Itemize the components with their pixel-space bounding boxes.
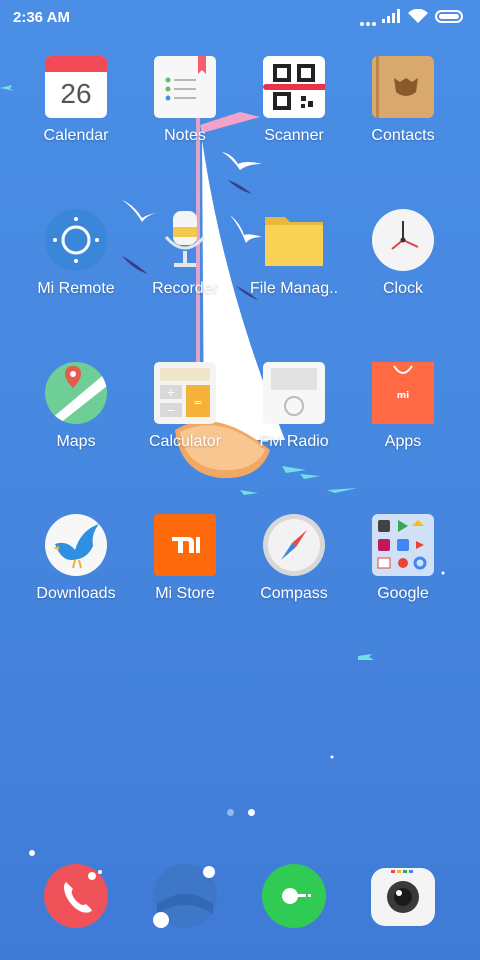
wifi-icon <box>408 9 428 23</box>
camera-icon <box>371 868 435 926</box>
mi-logo-icon <box>154 514 216 576</box>
app-apps[interactable]: mi Apps <box>348 362 458 451</box>
bird-icon <box>45 514 107 576</box>
app-label: Mi Store <box>155 585 215 602</box>
app-scanner[interactable]: Scanner <box>239 56 349 145</box>
app-label: Compass <box>260 585 328 602</box>
google-folder-icon <box>372 514 434 576</box>
app-mi-remote[interactable]: Mi Remote <box>21 209 131 298</box>
status-time: 2:36 AM <box>13 9 70 26</box>
svg-text:−: − <box>166 404 175 417</box>
app-label: Mi Remote <box>37 280 115 297</box>
app-label: Apps <box>384 433 422 450</box>
status-bar: 2:36 AM <box>0 0 480 34</box>
app-label: Recorder <box>152 280 218 297</box>
notification-dots-icon <box>360 13 378 31</box>
microphone-icon <box>154 209 216 271</box>
radio-icon <box>263 362 325 424</box>
app-google-folder[interactable]: Google <box>348 514 458 603</box>
folder-icon <box>263 209 325 271</box>
app-label: Scanner <box>264 127 324 144</box>
phone-icon <box>44 864 108 928</box>
dock-browser[interactable] <box>153 864 217 928</box>
signal-icon <box>382 9 400 23</box>
app-label: Google <box>377 585 429 602</box>
svg-text:=: = <box>193 396 202 409</box>
app-maps[interactable]: Maps <box>21 362 131 451</box>
app-label: File Manag.. <box>249 280 339 297</box>
calendar-day: 26 <box>60 78 92 109</box>
compass-icon <box>263 514 325 576</box>
calculator-icon: + − = <box>154 362 216 424</box>
app-label: Maps <box>56 433 96 450</box>
remote-icon <box>45 209 107 271</box>
clock-icon <box>372 209 434 271</box>
app-compass[interactable]: Compass <box>239 514 349 603</box>
app-label: FM Radio <box>259 433 329 450</box>
app-clock[interactable]: Clock <box>348 209 458 298</box>
message-icon <box>262 864 326 928</box>
app-recorder[interactable]: Recorder <box>130 209 240 298</box>
shopping-bag-icon: mi <box>372 362 434 424</box>
page-indicator <box>227 803 265 821</box>
dock-camera[interactable] <box>371 864 435 928</box>
dock-messaging[interactable] <box>262 864 326 928</box>
app-mi-store[interactable]: Mi Store <box>130 514 240 603</box>
map-icon <box>45 362 107 424</box>
app-label: Clock <box>382 280 423 297</box>
app-label: Contacts <box>371 127 435 144</box>
app-label: Downloads <box>36 585 116 602</box>
qr-scanner-icon <box>263 56 331 118</box>
page-dot-2-active[interactable] <box>248 809 256 816</box>
app-label: Notes <box>164 127 206 144</box>
dock-phone[interactable] <box>44 864 108 928</box>
app-notes[interactable]: Notes <box>130 56 240 145</box>
svg-text:+: + <box>166 386 175 399</box>
calendar-icon: 26 <box>45 56 107 118</box>
svg-text:mi: mi <box>397 391 409 401</box>
notes-icon <box>154 56 216 118</box>
app-calendar[interactable]: 26 Calendar <box>21 56 131 145</box>
app-downloads[interactable]: Downloads <box>21 514 131 603</box>
globe-icon <box>153 864 217 928</box>
page-dot-1[interactable] <box>227 809 234 816</box>
battery-icon <box>435 10 463 23</box>
app-label: Calendar <box>43 127 109 144</box>
app-contacts[interactable]: Contacts <box>348 56 458 145</box>
contacts-icon <box>372 56 434 118</box>
app-fm-radio[interactable]: FM Radio <box>239 362 349 451</box>
app-label: Calculator <box>148 433 222 450</box>
app-file-manager[interactable]: File Manag.. <box>239 209 349 298</box>
app-calculator[interactable]: + − = Calculator <box>130 362 240 451</box>
